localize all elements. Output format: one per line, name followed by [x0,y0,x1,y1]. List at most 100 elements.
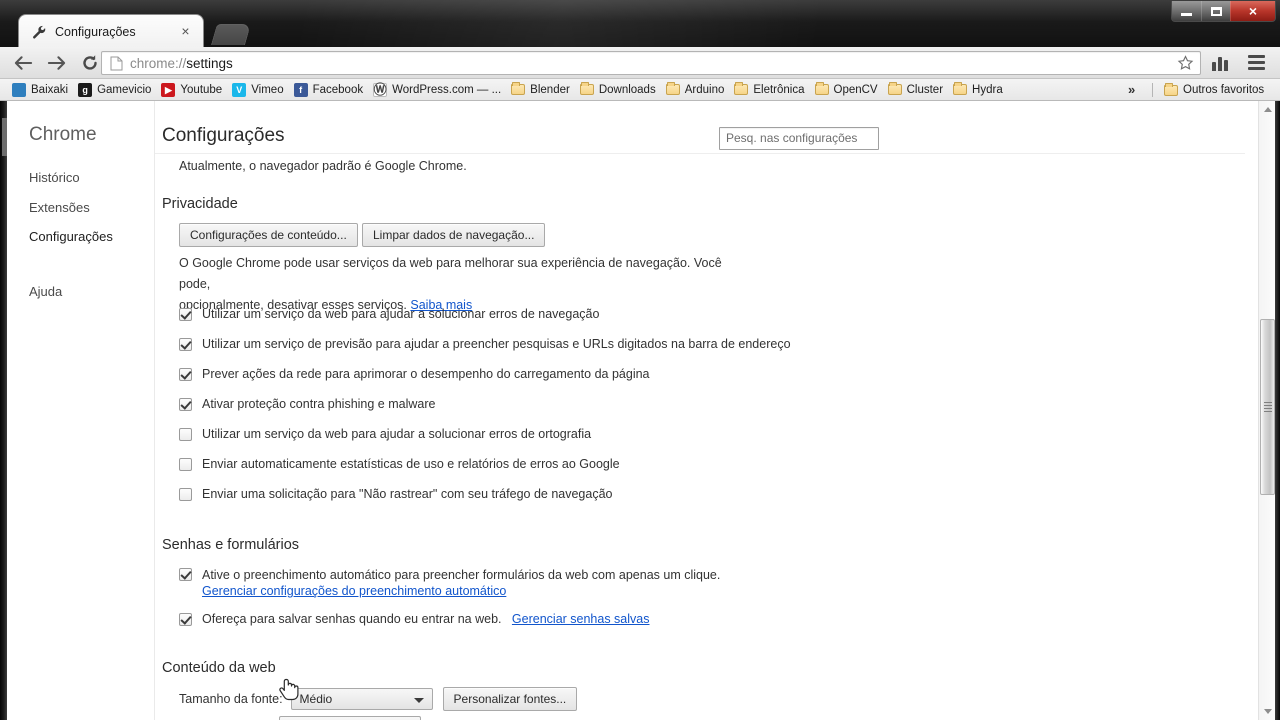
settings-content: Configurações Pesq. nas configurações At… [155,101,1245,720]
bookmark-item[interactable]: Arduino [662,81,731,99]
bookmark-item[interactable]: f Facebook [290,81,370,99]
checkbox[interactable] [179,458,192,471]
bookmark-item[interactable]: Ⓦ WordPress.com — ... [369,81,507,99]
bookmark-item[interactable]: g Gamevicio [74,81,157,99]
tab-strip: Configurações × [0,14,1280,48]
privacy-description-line1: O Google Chrome pode usar serviços da we… [179,256,722,291]
checkbox[interactable] [179,308,192,321]
checkbox-row[interactable]: Enviar uma solicitação para "Não rastrea… [179,487,612,502]
facebook-favicon: f [293,82,309,98]
scroll-up-button[interactable] [1259,101,1276,118]
sidebar-item-configuracoes[interactable]: Configurações [29,229,113,244]
bookmark-item[interactable]: Blender [507,81,576,99]
tab-close-icon[interactable]: × [178,24,193,39]
bookmark-item[interactable]: Hydra [949,81,1009,99]
page-viewport: Chrome Histórico Extensões Configurações… [0,101,1280,720]
page-document-icon [110,56,123,71]
checkbox-label: Utilizar um serviço da web para ajudar a… [202,307,600,321]
checkbox-row[interactable]: Enviar automaticamente estatísticas de u… [179,457,620,472]
bookmark-star-icon[interactable] [1177,55,1194,72]
bookmark-item[interactable]: ▶ Youtube [157,81,228,99]
scrollbar-thumb[interactable] [1260,319,1275,495]
hamburger-menu-icon[interactable] [1248,55,1265,70]
checkbox-row[interactable]: Utilizar um serviço da web para ajudar a… [179,307,599,322]
bookmark-label: Outros favoritos [1183,84,1265,96]
checkbox-label: Prever ações da rede para aprimorar o de… [202,367,650,381]
bookmark-label: Cluster [906,83,944,96]
bookmark-item[interactable]: OpenCV [811,81,884,99]
autofill-row[interactable]: Ative o preenchimento automático para pr… [179,567,720,599]
page-zoom-select[interactable] [279,716,421,720]
scroll-down-button[interactable] [1259,703,1276,720]
checkbox-row[interactable]: Utilizar um serviço da web para ajudar a… [179,427,591,442]
folder-icon [952,82,968,98]
back-button[interactable] [10,49,37,76]
chart-icon[interactable] [1212,54,1232,71]
address-bar[interactable]: chrome://settings [101,51,1201,75]
scrollbar-grip [1264,402,1272,412]
customize-fonts-button[interactable]: Personalizar fontes... [442,687,578,711]
default-browser-status: Atualmente, o navegador padrão é Google … [179,159,467,173]
folder-icon [665,82,681,98]
bookmarks-bar: Baixaki g Gamevicio ▶ Youtube V Vimeo f Facebook… [0,79,1280,101]
content-settings-button[interactable]: Configurações de conteúdo... [179,223,358,247]
bookmark-item[interactable]: Eletrônica [730,81,810,99]
checkbox-row[interactable]: Prever ações da rede para aprimorar o de… [179,367,650,382]
youtube-favicon: ▶ [160,82,176,98]
folder-icon [887,82,903,98]
search-settings-input[interactable]: Pesq. nas configurações [719,127,879,150]
bookmark-label: OpenCV [833,83,878,96]
bookmark-other-favorites[interactable]: Outros favoritos [1160,81,1270,99]
checkbox-label: Utilizar um serviço de previsão para aju… [202,337,791,351]
sidebar-item-ajuda[interactable]: Ajuda [29,284,62,299]
section-title-privacidade: Privacidade [162,196,238,212]
checkbox[interactable] [179,398,192,411]
checkbox[interactable] [179,568,192,581]
checkbox-label: Ativar proteção contra phishing e malwar… [202,397,436,411]
checkbox[interactable] [179,613,192,626]
triangle-down-icon [1263,709,1272,714]
folder-icon [733,82,749,98]
browser-window: × Configurações × chrome://settings Baix… [0,0,1280,720]
bookmark-label: Eletrônica [753,83,805,96]
clear-browsing-data-button[interactable]: Limpar dados de navegação... [362,223,546,247]
wordpress-favicon: Ⓦ [373,81,388,97]
tab-title: Configurações [55,24,136,39]
bookmark-item[interactable]: Downloads [576,81,662,99]
sidebar-item-extensoes[interactable]: Extensões [29,200,90,215]
bookmark-item[interactable]: V Vimeo [228,81,289,99]
sidebar-item-historico[interactable]: Histórico [29,170,80,185]
font-size-select[interactable]: Médio [290,688,433,710]
save-passwords-row[interactable]: Ofereça para salvar senhas quando eu ent… [179,612,650,627]
bookmarks-overflow-icon[interactable]: » [1128,82,1135,97]
bookmark-label: Arduino [684,83,725,96]
checkbox-row[interactable]: Utilizar um serviço de previsão para aju… [179,337,791,352]
autofill-label-wrap: Ative o preenchimento automático para pr… [202,567,720,599]
reload-button[interactable] [76,49,103,76]
checkbox-row[interactable]: Ativar proteção contra phishing e malwar… [179,397,435,412]
checkbox[interactable] [179,368,192,381]
checkbox-label: Utilizar um serviço da web para ajudar a… [202,427,592,441]
bookmark-item[interactable]: Cluster [884,81,949,99]
folder-icon [814,82,830,98]
gamevicio-favicon: g [77,82,93,98]
checkbox[interactable] [179,338,192,351]
bookmark-label: Gamevicio [97,83,152,96]
triangle-up-icon [1263,107,1272,112]
tab-configuracoes[interactable]: Configurações × [18,14,204,48]
bookmark-item[interactable]: Baixaki [8,81,74,99]
section-title-conteudo: Conteúdo da web [162,660,276,676]
checkbox[interactable] [179,428,192,441]
forward-button[interactable] [43,49,70,76]
manage-autofill-link[interactable]: Gerenciar configurações do preenchimento… [202,583,720,599]
chevron-down-icon [413,698,424,703]
folder-icon [510,82,526,98]
bookmark-label: Vimeo [251,83,284,96]
save-passwords-label-wrap: Ofereça para salvar senhas quando eu ent… [202,612,650,627]
manage-saved-passwords-link[interactable]: Gerenciar senhas salvas [512,612,650,626]
checkbox[interactable] [179,488,192,501]
page-title: Configurações [162,125,285,146]
page-scrollbar[interactable] [1258,101,1275,720]
bookmark-label: Baixaki [31,83,69,96]
new-tab-button[interactable] [210,24,252,45]
